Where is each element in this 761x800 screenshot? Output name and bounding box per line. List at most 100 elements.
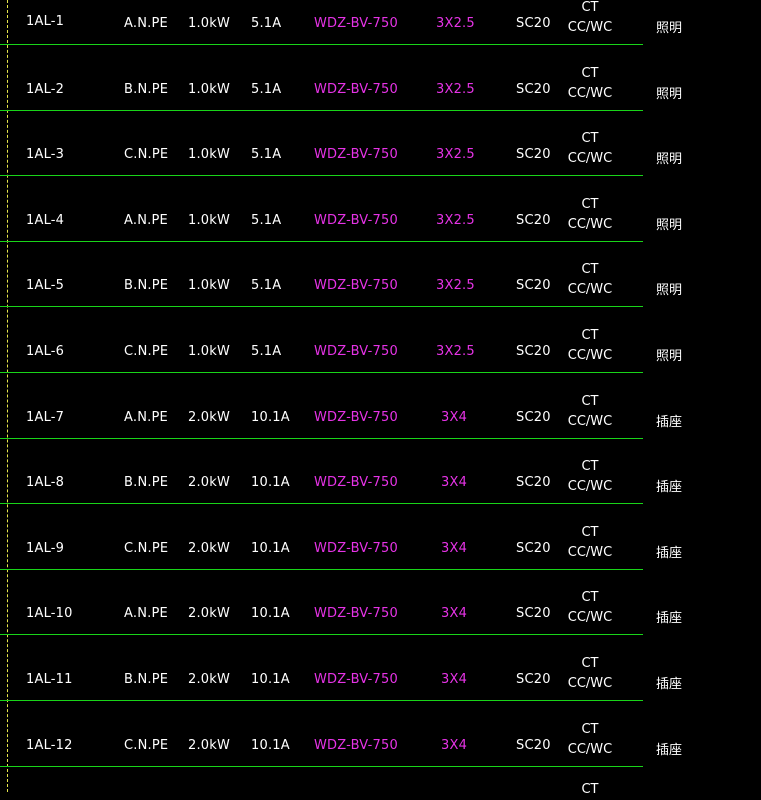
circuit-usage: 插座: [656, 677, 683, 692]
laying-method: CT CC/WC: [560, 654, 620, 694]
partial-laying-ct: CT: [581, 782, 599, 797]
laying-ct: CT: [581, 656, 599, 671]
laying-method: CT CC/WC: [560, 195, 620, 235]
laying-method: CT CC/WC: [560, 326, 620, 366]
power: 1.0kW: [188, 344, 231, 359]
laying-ct: CT: [581, 262, 599, 277]
laying-ccwc: CC/WC: [567, 610, 613, 625]
circuit-id: 1AL-9: [26, 541, 65, 556]
laying-method: CT CC/WC: [560, 720, 620, 760]
current: 10.1A: [251, 606, 290, 621]
cable-type: WDZ-BV-750: [314, 410, 398, 425]
row-separator: [0, 766, 643, 767]
laying-ct: CT: [581, 394, 599, 409]
circuit-id: 1AL-2: [26, 82, 65, 97]
cable-size: 3X2.5: [436, 344, 475, 359]
row-separator: [0, 372, 643, 373]
cable-size: 3X4: [441, 738, 468, 753]
phase: A.N.PE: [124, 410, 168, 425]
current: 5.1A: [251, 344, 282, 359]
current: 5.1A: [251, 147, 282, 162]
laying-method: CT CC/WC: [560, 392, 620, 432]
cable-type: WDZ-BV-750: [314, 475, 398, 490]
phase: C.N.PE: [124, 541, 169, 556]
power: 1.0kW: [188, 147, 231, 162]
conduit: SC20: [516, 606, 551, 621]
power: 2.0kW: [188, 606, 231, 621]
laying-ccwc: CC/WC: [567, 414, 613, 429]
row-separator: [0, 569, 643, 570]
partial-next-row-laying: CT: [560, 780, 620, 800]
row-separator: [0, 438, 643, 439]
cable-size: 3X2.5: [436, 16, 475, 31]
row-separator: [0, 44, 643, 45]
laying-ct: CT: [581, 66, 599, 81]
phase: B.N.PE: [124, 672, 169, 687]
cable-type: WDZ-BV-750: [314, 541, 398, 556]
laying-ct: CT: [581, 0, 599, 15]
row-separator: [0, 241, 643, 242]
cable-type: WDZ-BV-750: [314, 147, 398, 162]
laying-ccwc: CC/WC: [567, 676, 613, 691]
drawing-canvas: 1AL-1 A.N.PE 1.0kW 5.1A WDZ-BV-750 3X2.5 SC20 C…: [0, 0, 761, 797]
conduit: SC20: [516, 82, 551, 97]
phase: A.N.PE: [124, 606, 168, 621]
laying-ct: CT: [581, 525, 599, 540]
circuit-id: 1AL-10: [26, 606, 73, 621]
circuit-usage: 插座: [656, 415, 683, 430]
laying-method: CT CC/WC: [560, 129, 620, 169]
current: 5.1A: [251, 82, 282, 97]
laying-method: CT CC/WC: [560, 260, 620, 300]
circuit-usage: 插座: [656, 546, 683, 561]
circuit-usage: 照明: [656, 152, 683, 167]
laying-ccwc: CC/WC: [567, 348, 613, 363]
cable-size: 3X2.5: [436, 278, 475, 293]
cable-size: 3X2.5: [436, 147, 475, 162]
circuit-id: 1AL-12: [26, 738, 73, 753]
laying-ccwc: CC/WC: [567, 20, 613, 35]
phase: B.N.PE: [124, 475, 169, 490]
row-separator: [0, 503, 643, 504]
laying-ct: CT: [581, 328, 599, 343]
cable-size: 3X4: [441, 410, 468, 425]
laying-ct: CT: [581, 722, 599, 737]
current: 5.1A: [251, 213, 282, 228]
cable-type: WDZ-BV-750: [314, 738, 398, 753]
laying-method: CT CC/WC: [560, 0, 620, 38]
conduit: SC20: [516, 738, 551, 753]
busbar-axis-line: [7, 0, 8, 792]
power: 2.0kW: [188, 410, 231, 425]
row-separator: [0, 306, 643, 307]
cable-type: WDZ-BV-750: [314, 606, 398, 621]
conduit: SC20: [516, 475, 551, 490]
current: 10.1A: [251, 541, 290, 556]
current: 10.1A: [251, 475, 290, 490]
circuit-id: 1AL-1: [26, 14, 65, 29]
cable-size: 3X2.5: [436, 82, 475, 97]
laying-method: CT CC/WC: [560, 588, 620, 628]
laying-ccwc: CC/WC: [567, 86, 613, 101]
phase: A.N.PE: [124, 16, 168, 31]
cable-type: WDZ-BV-750: [314, 82, 398, 97]
circuit-usage: 插座: [656, 480, 683, 495]
circuit-id: 1AL-7: [26, 410, 65, 425]
phase: B.N.PE: [124, 82, 169, 97]
cable-size: 3X4: [441, 475, 468, 490]
power: 1.0kW: [188, 82, 231, 97]
phase: C.N.PE: [124, 147, 169, 162]
circuit-usage: 照明: [656, 283, 683, 298]
conduit: SC20: [516, 541, 551, 556]
row-separator: [0, 110, 643, 111]
cable-type: WDZ-BV-750: [314, 16, 398, 31]
power: 2.0kW: [188, 541, 231, 556]
current: 5.1A: [251, 278, 282, 293]
circuit-id: 1AL-6: [26, 344, 65, 359]
laying-ccwc: CC/WC: [567, 545, 613, 560]
power: 2.0kW: [188, 738, 231, 753]
current: 10.1A: [251, 738, 290, 753]
power: 2.0kW: [188, 475, 231, 490]
laying-ccwc: CC/WC: [567, 282, 613, 297]
power: 1.0kW: [188, 213, 231, 228]
laying-ccwc: CC/WC: [567, 479, 613, 494]
power: 2.0kW: [188, 672, 231, 687]
